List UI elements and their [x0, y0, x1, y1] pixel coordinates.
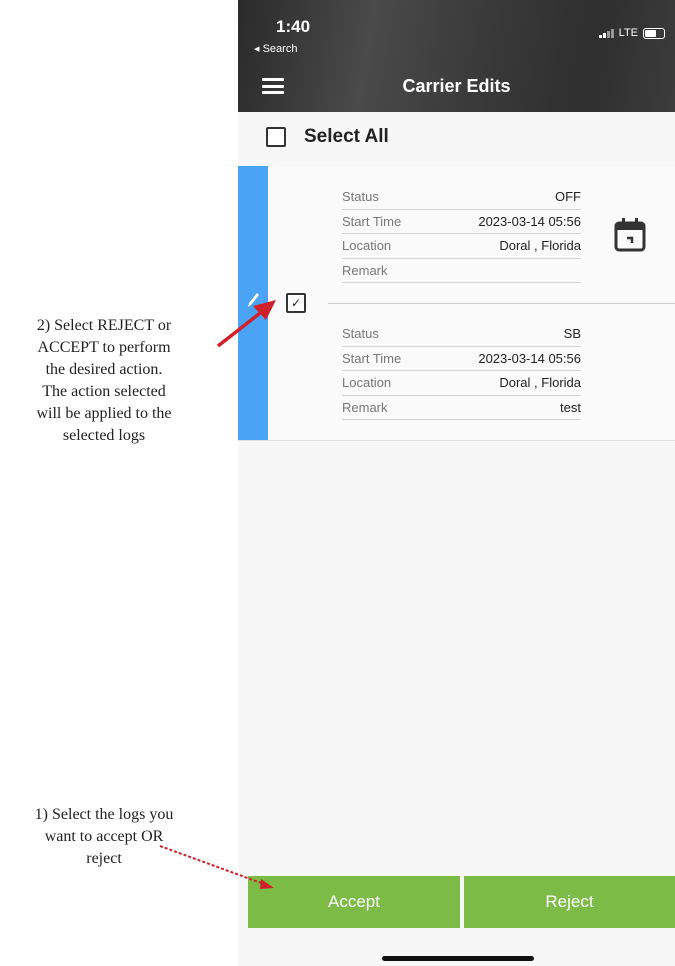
arrow-to-checkbox — [216, 308, 266, 348]
arrow-head-accept — [260, 879, 274, 889]
annotation-arrows — [159, 300, 276, 889]
arrow-to-accept — [159, 845, 265, 885]
